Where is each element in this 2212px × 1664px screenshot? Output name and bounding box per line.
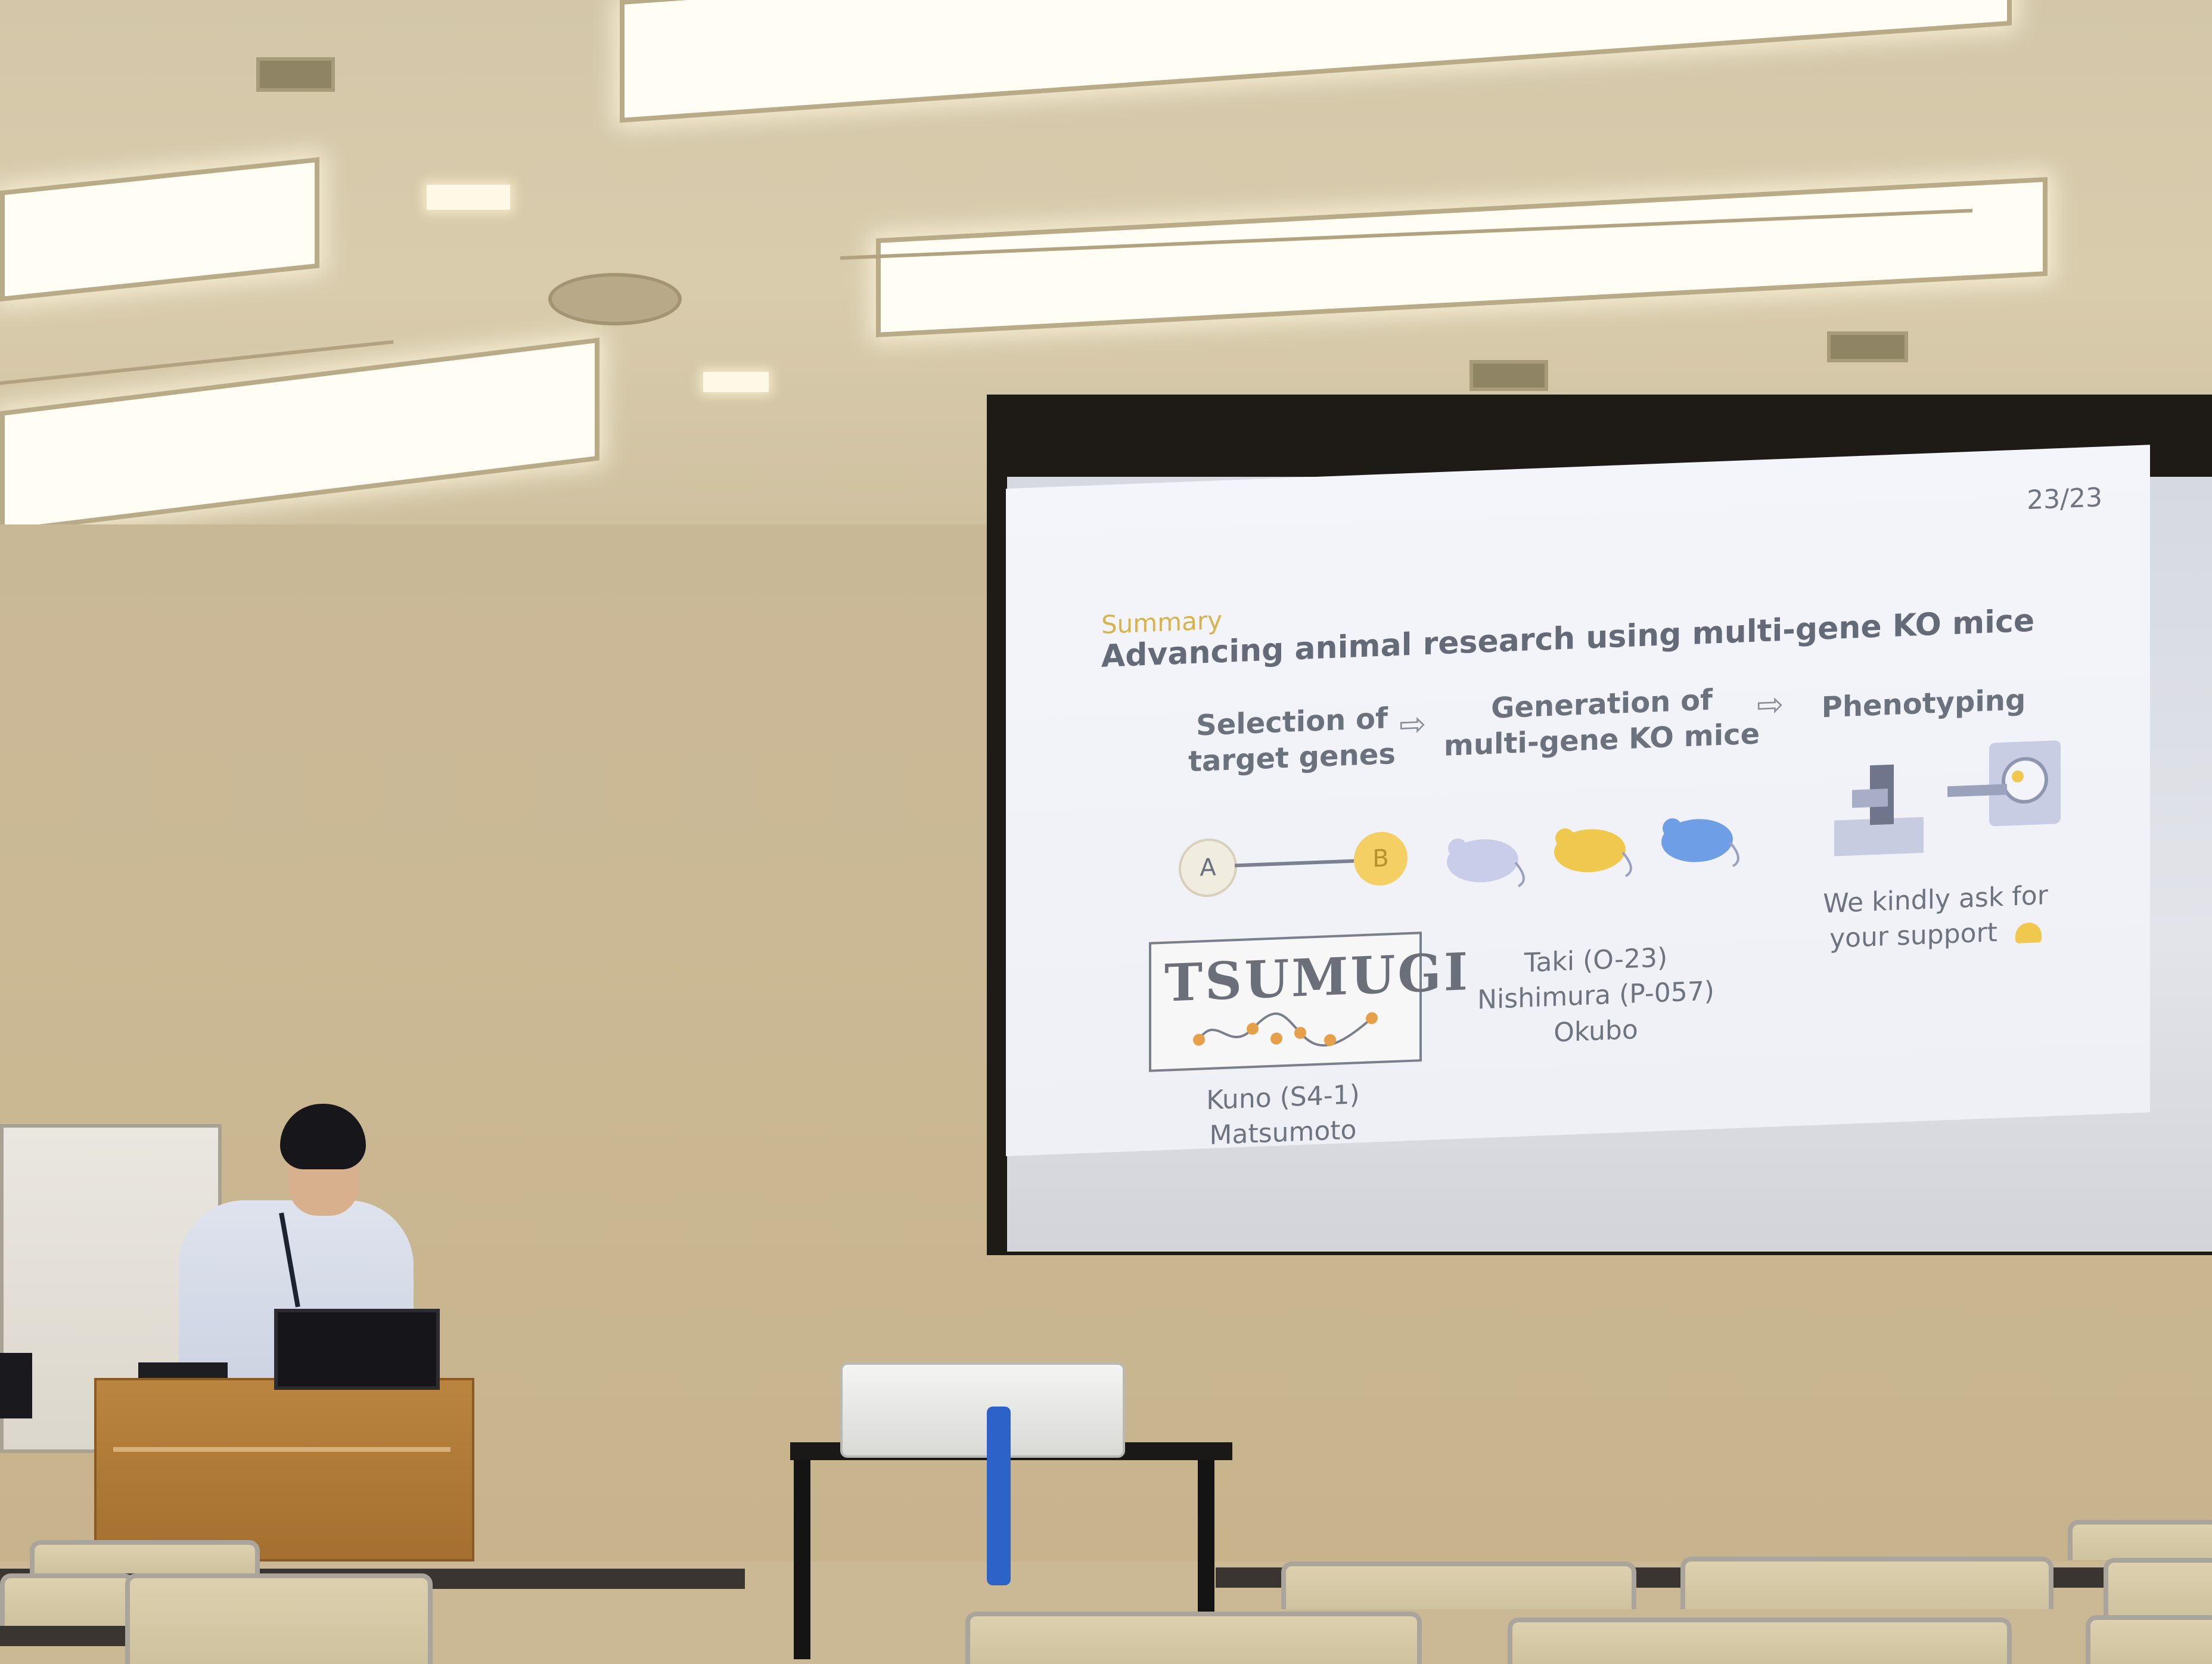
mouse-icon-lavender — [1447, 838, 1525, 887]
heading-line: Phenotyping — [1821, 683, 2026, 725]
support-line-text: your support — [1829, 917, 1997, 955]
credit-list-selection: Kuno (S4-1) Matsumoto — [1149, 1075, 1417, 1156]
podium-trim — [113, 1447, 451, 1452]
ceiling-speaker — [548, 273, 682, 325]
gene-link-line — [1235, 859, 1354, 868]
bowing-person-icon — [2015, 922, 2042, 944]
blue-cable — [987, 1407, 1011, 1585]
chair — [1680, 1557, 2053, 1609]
ceiling-vent — [1827, 331, 1908, 362]
podium — [94, 1378, 474, 1561]
mouse-icon-blue — [1661, 818, 1739, 867]
slide-page-number: 23/23 — [2027, 482, 2102, 516]
ceiling-vent — [256, 57, 335, 92]
laptop — [274, 1309, 440, 1390]
chair — [965, 1612, 1422, 1664]
gene-node-b: B — [1354, 831, 1408, 887]
chair — [2068, 1520, 2212, 1560]
mouse-icon-yellow — [1554, 828, 1632, 877]
chair — [1281, 1561, 1636, 1609]
chair — [1508, 1618, 2012, 1664]
ceiling-vent — [1470, 360, 1548, 391]
ceiling-light — [0, 337, 599, 534]
arrow-icon: ⇨ — [1399, 704, 1427, 744]
support-message: We kindly ask for your support — [1810, 877, 2061, 958]
chair — [30, 1540, 260, 1573]
ceiling-light — [876, 176, 2048, 337]
ceiling-light — [620, 0, 2012, 123]
tsumugi-logo-box: TSUMUGI — [1149, 932, 1470, 1072]
column-heading-generation: Generation of multi-gene KO mice — [1435, 680, 1769, 765]
column-heading-phenotyping: Phenotyping — [1798, 681, 2049, 727]
arrow-icon: ⇨ — [1757, 685, 1784, 724]
presentation-slide: 23/23 Summary Advancing animal research … — [1006, 445, 2150, 1157]
credit-list-generation: Taki (O-23) Nishimura (P-057) Okubo — [1447, 937, 1745, 1054]
ct-scanner-icon — [1947, 740, 2061, 827]
chair — [2104, 1558, 2212, 1616]
projector — [840, 1362, 1125, 1458]
monitor-icon — [0, 1353, 32, 1418]
projector-table-leg — [794, 1460, 810, 1659]
chair — [0, 1573, 135, 1626]
ceiling-light — [0, 157, 319, 302]
chair — [2086, 1615, 2212, 1664]
gene-node-a: A — [1179, 837, 1237, 898]
podium-microphone-base — [138, 1362, 228, 1378]
tsumugi-logo-thread-icon — [1193, 1012, 1378, 1047]
microscope-icon — [1834, 764, 1924, 856]
column-heading-selection: Selection of target genes — [1161, 699, 1423, 781]
chair — [125, 1573, 433, 1664]
ceiling-spotlight — [427, 185, 510, 210]
ceiling-spotlight — [703, 372, 769, 392]
tsumugi-logo-text: TSUMUGI — [1164, 942, 1470, 1014]
slide-title: Advancing animal research using multi-ge… — [1101, 603, 2035, 675]
